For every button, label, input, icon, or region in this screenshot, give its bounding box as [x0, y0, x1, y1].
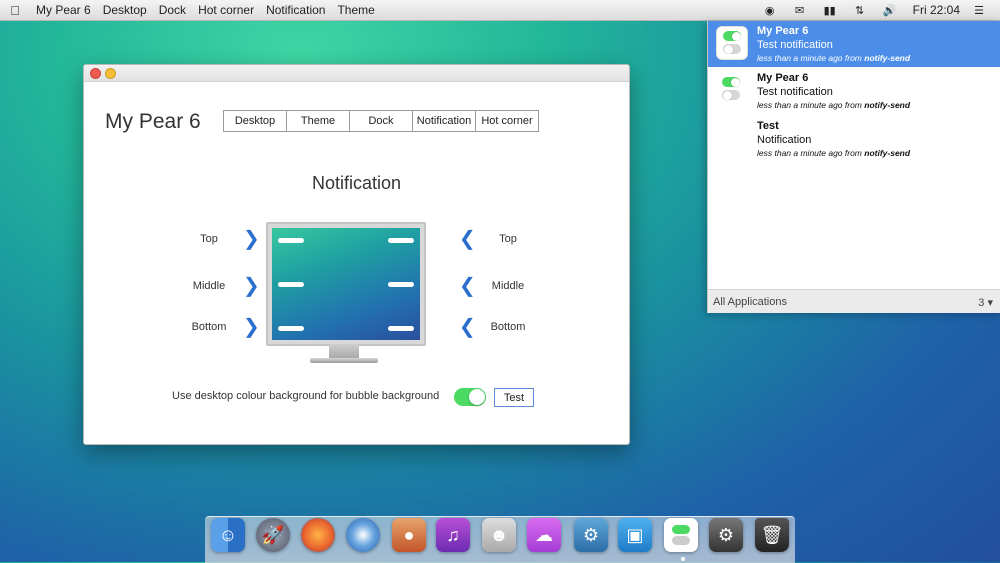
menubar:  My Pear 6 Desktop Dock Hot corner Noti… [0, 0, 1000, 21]
bubble-background-option-label: Use desktop colour background for bubble… [172, 390, 440, 402]
toggle-app-icon [716, 73, 746, 105]
tab-hot-corner[interactable]: Hot corner [475, 110, 539, 132]
notification-meta: less than a minute ago from notify-send [757, 148, 911, 158]
right-top-label: Top [499, 233, 517, 245]
terminal-icon[interactable]: ⚙ [709, 518, 743, 552]
chevron-left-icon[interactable]: ❮ [459, 226, 476, 251]
menu-dock[interactable]: Dock [153, 3, 192, 17]
chevron-left-icon[interactable]: ❮ [459, 314, 476, 339]
notification-body: Test notification [757, 86, 833, 98]
notification-title: My Pear 6 [757, 72, 809, 84]
trash-icon[interactable]: 🗑 [755, 518, 789, 552]
position-bar-middle-right[interactable] [388, 282, 414, 287]
contacts-icon[interactable]: ☻ [482, 518, 516, 552]
app-title: My Pear 6 [105, 110, 201, 133]
notification-meta: less than a minute ago from notify-send [757, 100, 911, 110]
notification-body: Notification [757, 134, 812, 146]
menu-notification[interactable]: Notification [260, 3, 331, 17]
spotlight-icon[interactable]: ◉ [755, 4, 785, 17]
close-button[interactable] [90, 68, 101, 79]
test-button[interactable]: Test [494, 388, 534, 407]
finder-icon[interactable]: ☺ [211, 518, 245, 552]
left-bottom-label: Bottom [191, 321, 227, 333]
position-bar-middle-left[interactable] [278, 282, 304, 287]
toggle-knob [469, 389, 485, 405]
photos-icon[interactable]: ● [392, 518, 426, 552]
menu-hot-corner[interactable]: Hot corner [192, 3, 260, 17]
notification-count: 3 ▾ [978, 297, 993, 309]
thunderbird-icon[interactable] [346, 518, 380, 552]
launchpad-icon[interactable]: 🚀 [256, 518, 290, 552]
tab-bar: Desktop Theme Dock Notification Hot corn… [223, 110, 539, 132]
tab-theme[interactable]: Theme [286, 110, 350, 132]
left-top-label: Top [200, 233, 218, 245]
tab-dock[interactable]: Dock [349, 110, 413, 132]
notification-item[interactable]: My Pear 6 Test notification less than a … [708, 21, 1000, 67]
tab-desktop[interactable]: Desktop [223, 110, 287, 132]
running-indicator [681, 557, 685, 561]
position-bar-bottom-right[interactable] [388, 326, 414, 331]
notification-meta: less than a minute ago from notify-send [757, 53, 911, 63]
bubble-background-toggle[interactable] [454, 388, 486, 406]
chevron-right-icon[interactable]: ❯ [243, 314, 260, 339]
position-bar-bottom-left[interactable] [278, 326, 304, 331]
notification-app-icon[interactable] [664, 518, 698, 552]
window-titlebar[interactable] [84, 65, 629, 82]
clock[interactable]: Fri 22:04 [905, 3, 964, 17]
position-bar-top-right[interactable] [388, 238, 414, 243]
firefox-icon[interactable] [301, 518, 335, 552]
left-middle-label: Middle [192, 280, 226, 292]
position-bar-top-left[interactable] [278, 238, 304, 243]
app-filter-label: All Applications [713, 296, 787, 308]
apple-menu-icon[interactable]:  [0, 3, 30, 18]
mail-icon[interactable]: ✉ [785, 4, 815, 17]
notification-center-panel: My Pear 6 Test notification less than a … [707, 21, 1000, 313]
icloud-icon[interactable]: ☁ [527, 518, 561, 552]
toggle-app-icon [716, 26, 748, 60]
menu-theme[interactable]: Theme [331, 3, 380, 17]
my-pear-window: My Pear 6 Desktop Theme Dock Notificatio… [83, 64, 630, 445]
app-filter-dropdown[interactable]: All Applications 3 ▾ [708, 289, 1000, 313]
chevron-right-icon[interactable]: ❯ [243, 273, 260, 298]
monitor-stand [329, 344, 359, 358]
chevron-right-icon[interactable]: ❯ [243, 226, 260, 251]
network-icon[interactable]: ⇅ [845, 4, 875, 17]
battery-icon[interactable]: ▮▮ [815, 4, 845, 17]
chevron-left-icon[interactable]: ❮ [459, 273, 476, 298]
right-bottom-label: Bottom [490, 321, 526, 333]
itunes-icon[interactable]: ♫ [436, 518, 470, 552]
volume-icon[interactable]: 🔊 [875, 4, 905, 17]
notification-list-icon[interactable]: ☰ [964, 4, 994, 17]
menu-app-name[interactable]: My Pear 6 [30, 3, 97, 17]
display-icon[interactable]: ▣ [618, 518, 652, 552]
notification-item[interactable]: My Pear 6 Test notification less than a … [708, 68, 1000, 114]
tab-notification[interactable]: Notification [412, 110, 476, 132]
notification-item[interactable]: Test Notification less than a minute ago… [708, 116, 1000, 162]
monitor-screen [272, 228, 420, 340]
monitor-preview [266, 222, 426, 346]
notification-title: My Pear 6 [757, 25, 809, 37]
minimize-button[interactable] [105, 68, 116, 79]
notification-title: Test [757, 120, 779, 132]
right-middle-label: Middle [491, 280, 525, 292]
notification-body: Test notification [757, 39, 833, 51]
section-title: Notification [311, 173, 402, 193]
menu-desktop[interactable]: Desktop [97, 3, 153, 17]
settings-icon[interactable]: ⚙ [574, 518, 608, 552]
monitor-foot [310, 358, 378, 363]
